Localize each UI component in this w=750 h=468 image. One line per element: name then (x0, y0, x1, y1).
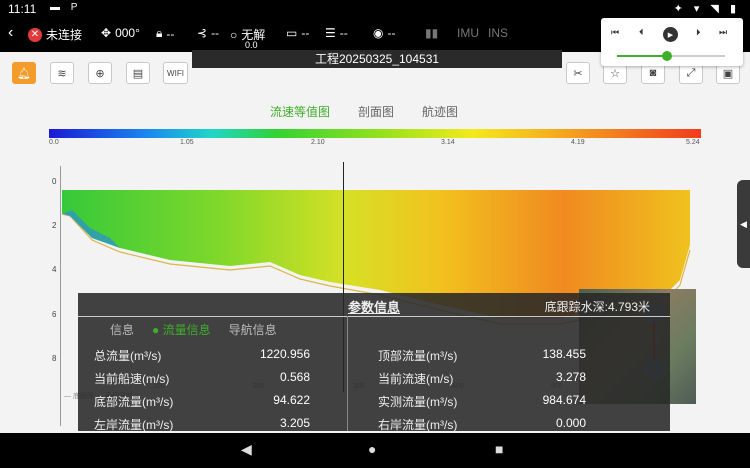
left-bank-flow-value: 3.205 (279, 416, 310, 430)
panel-column-divider (347, 316, 348, 431)
boat-speed-label: 当前船速(m/s) (94, 372, 170, 386)
total-flow-value: 1220.956 (259, 347, 310, 361)
top-flow-value: 138.455 (542, 347, 586, 361)
measured-flow-label: 实测流量(m³/s) (378, 395, 458, 409)
right-bank-flow-label: 右岸流量(m³/s) (378, 418, 458, 432)
total-flow-label: 总流量(m³/s) (94, 349, 162, 363)
tab-info[interactable]: 信息 (110, 321, 134, 338)
left-bank-flow-label: 左岸流量(m³/s) (94, 418, 174, 432)
system-nav-bar: ◀ ● ■ (0, 433, 750, 468)
side-drawer-handle[interactable]: ◀ (737, 180, 750, 268)
right-bank-flow-value: 0.000 (555, 416, 586, 430)
panel-tabs: 信息 ● 流量信息 导航信息 (110, 321, 277, 338)
bottom-flow-label: 底部流量(m³/s) (94, 395, 174, 409)
boat-speed-value: 0.568 (279, 370, 310, 384)
parameter-panel: 参数信息 底跟踪水深:4.793米 信息 ● 流量信息 导航信息 总流量(m³/… (78, 293, 670, 432)
tab-flow-info[interactable]: ● 流量信息 (152, 321, 211, 338)
nav-back-icon[interactable]: ◀ (241, 441, 252, 458)
tab-nav-info[interactable]: 导航信息 (229, 321, 277, 338)
panel-divider (78, 316, 670, 317)
measured-flow-value: 984.674 (542, 393, 586, 407)
current-velocity-value: 3.278 (555, 370, 586, 384)
nav-recents-icon[interactable]: ■ (495, 441, 503, 457)
chevron-left-icon: ◀ (740, 218, 747, 229)
tab-flow-info-label: 流量信息 (162, 323, 211, 337)
nav-home-icon[interactable]: ● (368, 441, 376, 457)
bottom-flow-value: 94.622 (273, 393, 310, 407)
bottom-depth: 底跟踪水深:4.793米 (544, 300, 650, 314)
top-flow-label: 顶部流量(m³/s) (378, 349, 458, 363)
current-velocity-label: 当前流速(m/s) (378, 372, 454, 386)
